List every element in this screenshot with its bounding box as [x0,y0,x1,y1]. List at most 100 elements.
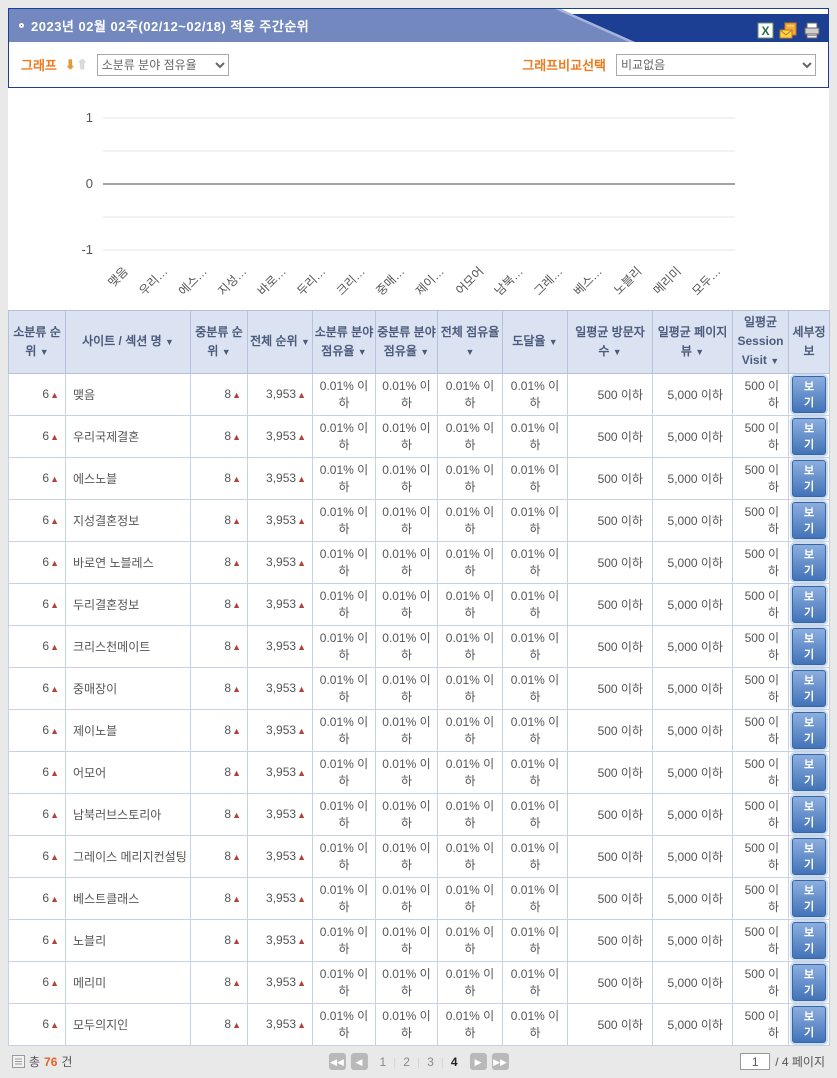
column-header-4[interactable]: 소분류 분야 점유율 ▼ [313,311,376,374]
sort-descending-icon[interactable]: ▼ [613,347,622,357]
sort-descending-icon[interactable]: ▼ [40,347,49,357]
daily-visitors-cell: 500 이하 [568,667,653,709]
column-header-8[interactable]: 일평균 방문자 수 ▼ [568,311,653,374]
page-number-list: 1|2|3|4 [372,1055,464,1069]
midcat-rank-cell: 8▲ [191,415,248,457]
sort-descending-icon[interactable]: ▼ [165,337,174,347]
rank-up-icon: ▲ [50,810,59,820]
sort-descending-icon[interactable]: ▼ [770,356,779,366]
sort-descending-icon[interactable]: ▼ [466,347,475,357]
daily-visitors-cell: 500 이하 [568,793,653,835]
daily-pageviews-cell: 5,000 이하 [653,877,733,919]
rank-up-icon: ▲ [50,1020,59,1030]
table-row: 6▲크리스천메이트8▲3,953▲0.01% 이하0.01% 이하0.01% 이… [9,625,830,667]
subcat-rank-cell: 6▲ [9,373,66,415]
column-header-2[interactable]: 중분류 순위 ▼ [191,311,248,374]
rank-up-icon: ▲ [50,684,59,694]
last-page-button[interactable]: ▶▶ [492,1053,509,1070]
column-header-11: 세부정보 [789,311,830,374]
sort-descending-icon[interactable]: ▼ [358,347,367,357]
rank-up-icon: ▲ [297,936,306,946]
rank-up-icon: ▲ [50,894,59,904]
view-details-button[interactable]: 보기 [792,418,826,455]
view-details-button[interactable]: 보기 [792,460,826,497]
sort-descending-icon[interactable]: ▼ [420,347,429,357]
table-row: 6▲맺음8▲3,953▲0.01% 이하0.01% 이하0.01% 이하0.01… [9,373,830,415]
view-details-button[interactable]: 보기 [792,670,826,707]
rank-up-icon: ▲ [232,768,241,778]
total-share-cell: 0.01% 이하 [438,961,503,1003]
graph-metric-select[interactable]: 소분류 분야 점유율 [97,54,229,76]
daily-session-cell: 500 이하 [733,415,789,457]
x-tick-label: 어모어 [453,264,486,297]
view-details-button[interactable]: 보기 [792,376,826,413]
site-name-cell: 노블리 [66,919,191,961]
view-details-button[interactable]: 보기 [792,922,826,959]
daily-pageviews-cell: 5,000 이하 [653,835,733,877]
reach-cell: 0.01% 이하 [503,835,568,877]
next-page-button[interactable]: ▶ [470,1053,487,1070]
sort-descending-icon[interactable]: ▼ [222,347,231,357]
view-details-button[interactable]: 보기 [792,628,826,665]
total-rank-cell: 3,953▲ [248,625,313,667]
daily-session-cell: 500 이하 [733,583,789,625]
sort-descending-icon[interactable]: ▼ [549,337,558,347]
sort-descending-icon[interactable]: ▼ [301,337,310,347]
column-header-7[interactable]: 도달율 ▼ [503,311,568,374]
detail-cell: 보기 [789,961,830,1003]
midcat-rank-cell: 8▲ [191,499,248,541]
column-header-9[interactable]: 일평균 페이지 뷰 ▼ [653,311,733,374]
daily-pageviews-cell: 5,000 이하 [653,625,733,667]
view-details-button[interactable]: 보기 [792,544,826,581]
reach-cell: 0.01% 이하 [503,877,568,919]
view-details-button[interactable]: 보기 [792,754,826,791]
x-tick-label: 그레… [531,264,565,298]
view-details-button[interactable]: 보기 [792,586,826,623]
rank-up-icon: ▲ [297,516,306,526]
total-share-cell: 0.01% 이하 [438,625,503,667]
title-bar: 2023년 02월 02주(02/12~02/18) 적용 주간순위 X [9,9,828,42]
rank-up-icon: ▲ [232,1020,241,1030]
view-details-button[interactable]: 보기 [792,964,826,1001]
rank-up-icon: ▲ [232,726,241,736]
page-number-1[interactable]: 1 [372,1055,393,1069]
sort-desc-icon[interactable]: ⬇ [65,57,77,72]
mail-export-icon[interactable] [779,22,798,39]
subcat-rank-cell: 6▲ [9,835,66,877]
sort-asc-icon[interactable]: ⬆ [77,57,89,72]
view-details-button[interactable]: 보기 [792,838,826,875]
column-header-0[interactable]: 소분류 순위 ▼ [9,311,66,374]
column-header-1[interactable]: 사이트 / 섹션 명 ▼ [66,311,191,374]
excel-export-icon[interactable]: X [757,22,774,39]
page-number-2[interactable]: 2 [396,1055,417,1069]
view-details-button[interactable]: 보기 [792,1006,826,1043]
column-header-10[interactable]: 일평균 Session Visit ▼ [733,311,789,374]
table-row: 6▲남북러브스토리아8▲3,953▲0.01% 이하0.01% 이하0.01% … [9,793,830,835]
first-page-button[interactable]: ◀◀ [328,1053,345,1070]
total-share-cell: 0.01% 이하 [438,709,503,751]
view-details-button[interactable]: 보기 [792,502,826,539]
column-header-5[interactable]: 중분류 분야 점유율 ▼ [376,311,438,374]
rank-up-icon: ▲ [232,558,241,568]
daily-session-cell: 500 이하 [733,709,789,751]
graph-compare-select[interactable]: 비교없음 [616,54,816,76]
view-details-button[interactable]: 보기 [792,712,826,749]
view-details-button[interactable]: 보기 [792,796,826,833]
print-icon[interactable] [803,22,821,39]
daily-session-cell: 500 이하 [733,373,789,415]
subcat-rank-cell: 6▲ [9,709,66,751]
column-header-3[interactable]: 전체 순위 ▼ [248,311,313,374]
prev-page-button[interactable]: ◀ [350,1053,367,1070]
daily-pageviews-cell: 5,000 이하 [653,793,733,835]
daily-session-cell: 500 이하 [733,835,789,877]
daily-visitors-cell: 500 이하 [568,457,653,499]
site-name-cell: 메리미 [66,961,191,1003]
page-number-input[interactable] [740,1053,770,1070]
rank-up-icon: ▲ [50,474,59,484]
daily-visitors-cell: 500 이하 [568,709,653,751]
page-number-3[interactable]: 3 [420,1055,441,1069]
sort-descending-icon[interactable]: ▼ [695,347,704,357]
view-details-button[interactable]: 보기 [792,880,826,917]
column-header-6[interactable]: 전체 점유율 ▼ [438,311,503,374]
detail-cell: 보기 [789,667,830,709]
